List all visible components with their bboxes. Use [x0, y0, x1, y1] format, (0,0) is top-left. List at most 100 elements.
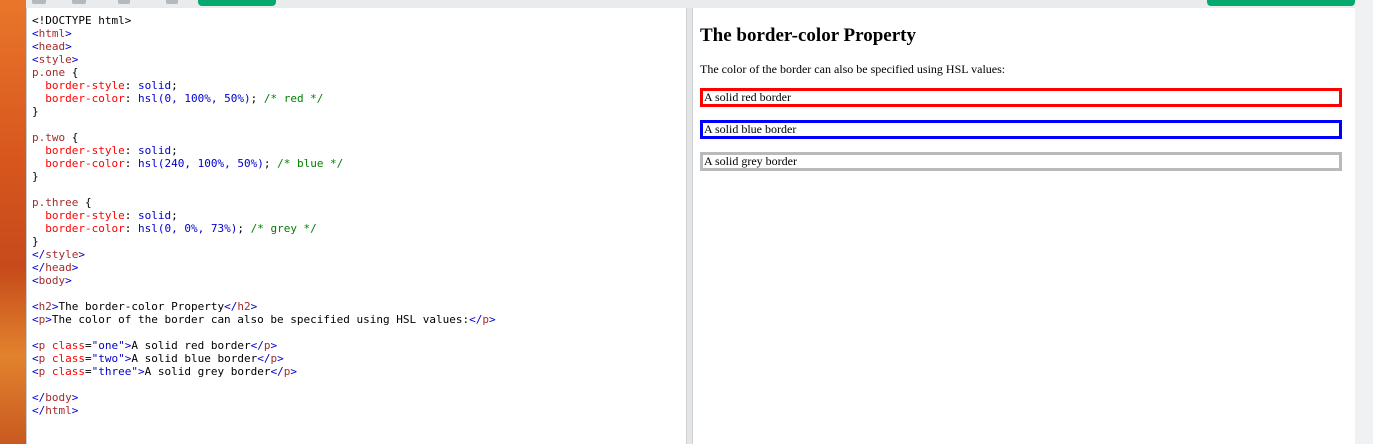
code-token-bracket: >: [65, 274, 72, 287]
settings-icon[interactable]: [166, 0, 178, 4]
code-token-tag: p: [482, 313, 489, 326]
code-token-bracket: <: [32, 40, 39, 53]
code-token-bracket: >: [250, 300, 258, 313]
code-line: <p class="two">A solid blue border</p>: [32, 352, 687, 365]
code-line: <head>: [32, 40, 687, 53]
pane-resize-handle[interactable]: [686, 8, 693, 444]
code-line: <style>: [32, 53, 687, 66]
code-token-bracket: >: [71, 53, 79, 66]
code-line: }: [32, 235, 687, 248]
code-editor[interactable]: <!DOCTYPE html> <html> <head> <style> p.one …: [27, 8, 687, 417]
code-token-plain: A solid blue border: [131, 352, 258, 365]
code-line: border-color: hsl(240, 100%, 50%); /* bl…: [32, 157, 687, 170]
code-token-selector: p.two: [32, 131, 66, 144]
code-line: p.one {: [32, 66, 687, 79]
editor-toolbar: [26, 0, 1355, 8]
code-token-tag: style: [45, 248, 79, 261]
window-edge: [1355, 0, 1373, 444]
code-token-comment: /* grey */: [250, 222, 317, 235]
code-line: border-style: solid;: [32, 209, 687, 222]
code-token-bracket: >: [71, 391, 79, 404]
code-token-plain: {: [65, 131, 79, 144]
code-line: border-style: solid;: [32, 144, 687, 157]
code-token-attr: class: [51, 352, 85, 365]
code-token-val: hsl(0, 0%, 73%): [137, 222, 238, 235]
code-token-plain: The color of the border can also be spec…: [51, 313, 470, 326]
code-line: <html>: [32, 27, 687, 40]
preview-intro-text: The color of the border can also be spec…: [700, 62, 1006, 76]
code-token-val: solid: [137, 79, 172, 92]
code-token-bracket: >: [51, 300, 59, 313]
code-token-attr: class: [51, 365, 85, 378]
code-token-plain: =: [85, 365, 92, 378]
code-token-bracket: >: [270, 339, 278, 352]
code-token-prop: border-style: [45, 209, 125, 222]
code-token-val: solid: [137, 209, 172, 222]
code-token-bracket: >: [488, 313, 496, 326]
red-border-paragraph: A solid red border: [700, 88, 1342, 107]
code-token-plain: :: [124, 92, 138, 105]
code-token-tag: html: [38, 27, 66, 40]
run-button[interactable]: [198, 0, 276, 6]
code-editor-pane[interactable]: <!DOCTYPE html> <html> <head> <style> p.one …: [26, 8, 687, 444]
code-token-bracket: >: [137, 365, 145, 378]
code-token-plain: ;: [237, 222, 251, 235]
file-icon[interactable]: [72, 0, 86, 4]
code-line: }: [32, 105, 687, 118]
code-token-plain: ;: [171, 209, 178, 222]
code-line: <body>: [32, 274, 687, 287]
grey-border-paragraph: A solid grey border: [700, 152, 1342, 171]
code-line: border-color: hsl(0, 100%, 50%); /* red …: [32, 92, 687, 105]
code-token-prop: border-style: [45, 79, 125, 92]
code-token-plain: =: [85, 339, 92, 352]
code-token-tag: body: [38, 274, 66, 287]
code-token-bracket: <: [32, 300, 39, 313]
blue-border-paragraph: A solid blue border: [700, 120, 1342, 139]
code-line: <!DOCTYPE html>: [32, 14, 687, 27]
code-token-bracket: </: [257, 352, 271, 365]
code-token-bracket: </: [270, 365, 284, 378]
code-token-plain: =: [85, 352, 92, 365]
code-token-tag: style: [38, 53, 72, 66]
code-token-bracket: >: [71, 404, 79, 417]
code-token-prop: border-style: [45, 144, 125, 157]
code-token-plain: :: [124, 222, 138, 235]
code-token-plain: ;: [171, 144, 178, 157]
code-token-tag: head: [45, 261, 72, 274]
code-line: </style>: [32, 248, 687, 261]
code-token-bracket: >: [277, 352, 284, 365]
desktop-wallpaper: [0, 0, 26, 444]
code-token-bracket: </: [32, 248, 46, 261]
code-token-plain: :: [124, 79, 138, 92]
code-token-bracket: </: [224, 300, 238, 313]
refresh-icon[interactable]: [118, 0, 130, 4]
code-line: </body>: [32, 391, 687, 404]
code-token-plain: ;: [250, 92, 264, 105]
get-website-button[interactable]: [1207, 0, 1355, 6]
code-line: <h2>The border-color Property</h2>: [32, 300, 687, 313]
menu-icon[interactable]: [32, 0, 46, 4]
code-token-prop: border-color: [45, 92, 125, 105]
code-token-val: solid: [137, 144, 172, 157]
code-token-plain: }: [32, 105, 39, 118]
code-token-bracket: >: [65, 40, 72, 53]
code-token-plain: <!DOCTYPE html>: [32, 14, 132, 27]
code-token-tag: h2: [237, 300, 251, 313]
code-line: </html>: [32, 404, 687, 417]
code-line: p.three {: [32, 196, 687, 209]
code-token-attrval: "three": [91, 365, 138, 378]
code-token-bracket: <: [32, 313, 39, 326]
code-line: }: [32, 170, 687, 183]
preview-heading: The border-color Property: [700, 25, 916, 46]
code-token-bracket: </: [469, 313, 483, 326]
code-line: p.two {: [32, 131, 687, 144]
code-token-bracket: </: [32, 404, 46, 417]
